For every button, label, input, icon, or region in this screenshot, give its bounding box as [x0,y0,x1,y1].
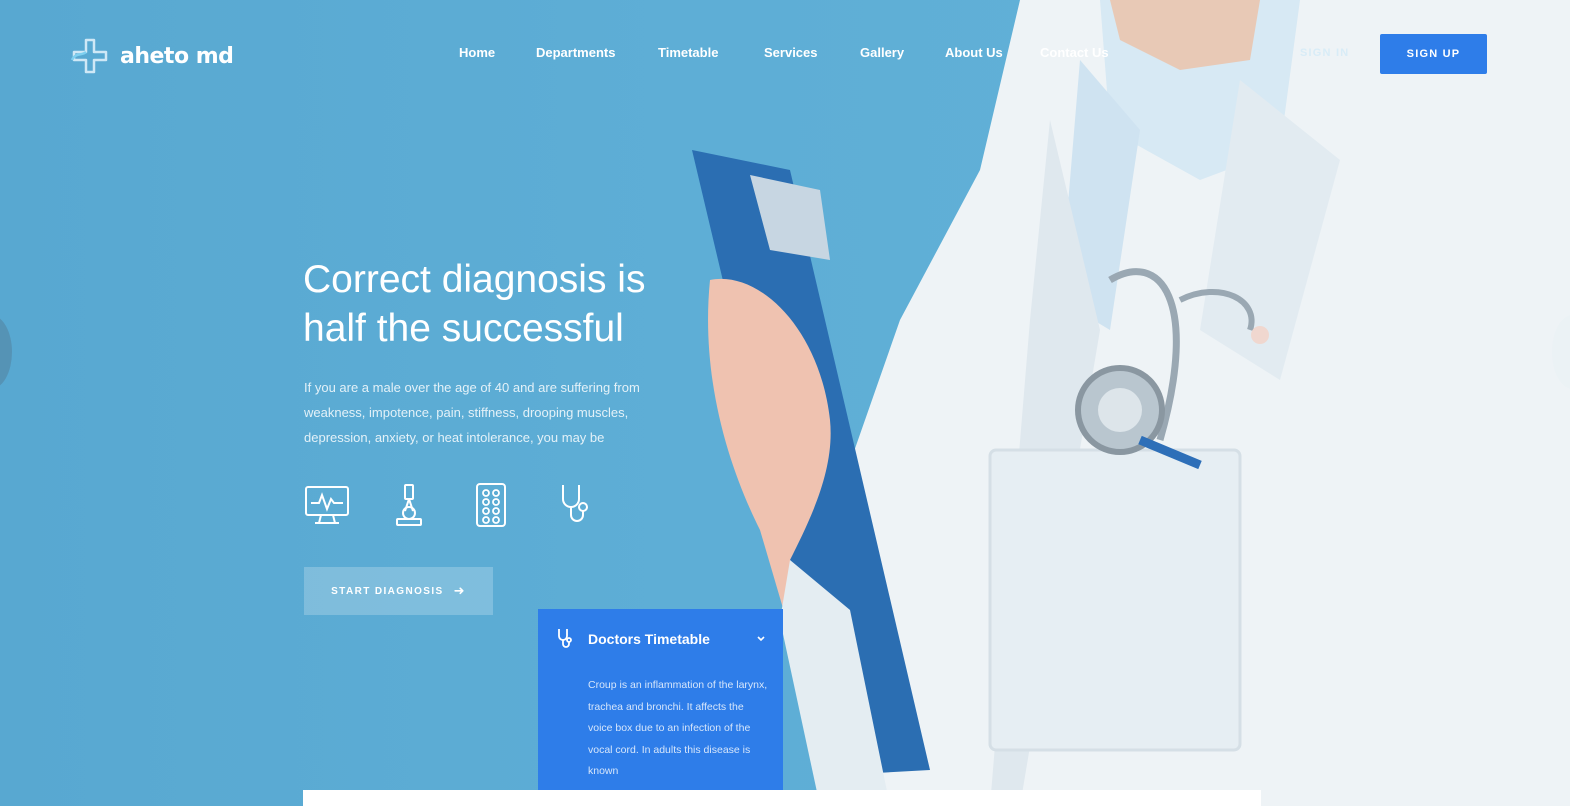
stethoscope-icon [558,629,572,648]
doctors-timetable-card[interactable]: Doctors Timetable Croup is an inflammati… [538,609,783,806]
microscope-icon [396,484,422,526]
nav-item-gallery[interactable]: Gallery [860,45,904,60]
timetable-body: Croup is an inflammation of the larynx, … [588,679,768,777]
timetable-header[interactable]: Doctors Timetable [554,627,767,651]
hero-description: If you are a male over the age of 40 and… [304,380,640,445]
arrow-right-icon: ➜ [453,583,466,598]
nav-item-home[interactable]: Home [459,45,495,60]
feature-icons [303,481,597,529]
cross-logo-icon [70,38,108,74]
start-diagnosis-button[interactable]: START DIAGNOSIS ➜ [304,567,493,615]
monitor-icon [305,486,349,524]
sign-up-button[interactable]: SIGN UP [1380,34,1487,74]
content-bar [303,790,1261,806]
start-diagnosis-label: START DIAGNOSIS [331,585,444,597]
site-header: aheto md Home Departments Timetable Serv… [0,0,1570,110]
hero-title: Correct diagnosis is half the successful [303,255,703,353]
hero-title-line-1: Correct diagnosis is [303,258,646,301]
hero-title-line-2: half the successful [303,307,624,350]
nav-item-services[interactable]: Services [764,45,818,60]
hero-section: aheto md Home Departments Timetable Serv… [0,0,1570,806]
logo[interactable]: aheto md [68,34,234,78]
brand-name: aheto md [120,43,234,69]
slider-prev-button[interactable] [0,315,12,389]
timetable-title: Doctors Timetable [588,631,710,647]
pills-icon [476,483,506,527]
nav-item-timetable[interactable]: Timetable [658,45,718,60]
stethoscope-icon [562,485,588,522]
nav-item-departments[interactable]: Departments [536,45,615,60]
nav-item-contact-us[interactable]: Contact Us [1040,45,1109,60]
nav-item-about-us[interactable]: About Us [945,45,1003,60]
sign-in-link[interactable]: SIGN IN [1300,47,1349,59]
chevron-down-icon[interactable] [755,633,767,645]
